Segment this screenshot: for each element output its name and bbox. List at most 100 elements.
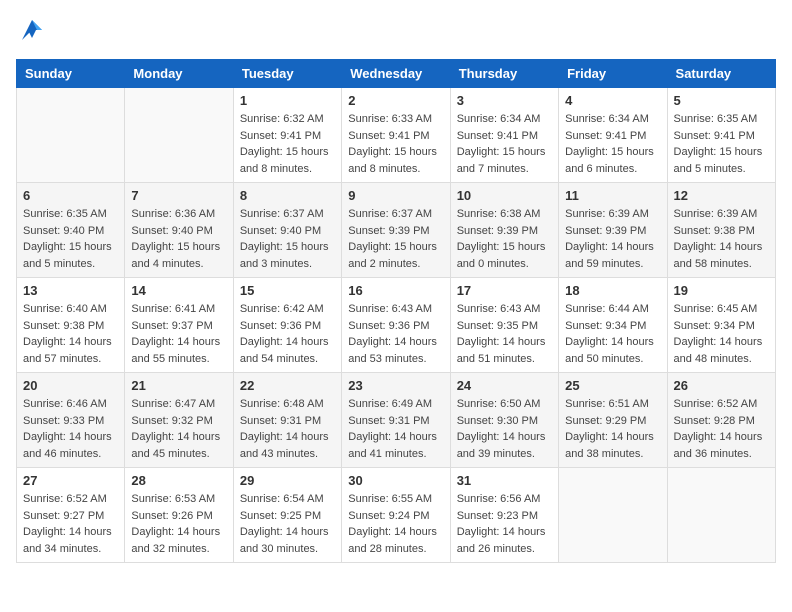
- day-info: Sunrise: 6:37 AMSunset: 9:39 PMDaylight:…: [348, 206, 443, 272]
- day-number: 11: [565, 188, 660, 203]
- day-number: 18: [565, 283, 660, 298]
- day-info: Sunrise: 6:36 AMSunset: 9:40 PMDaylight:…: [131, 206, 226, 272]
- calendar-day-cell: [667, 468, 775, 563]
- day-info: Sunrise: 6:43 AMSunset: 9:35 PMDaylight:…: [457, 301, 552, 367]
- day-info: Sunrise: 6:46 AMSunset: 9:33 PMDaylight:…: [23, 396, 118, 462]
- day-info: Sunrise: 6:47 AMSunset: 9:32 PMDaylight:…: [131, 396, 226, 462]
- calendar-day-cell: 17Sunrise: 6:43 AMSunset: 9:35 PMDayligh…: [450, 278, 558, 373]
- calendar-day-header: Friday: [559, 60, 667, 88]
- day-info: Sunrise: 6:32 AMSunset: 9:41 PMDaylight:…: [240, 111, 335, 177]
- calendar-day-cell: 11 Sunrise: 6:39 AMSunset: 9:39 PMDayligh…: [559, 183, 667, 278]
- calendar-header-row: SundayMondayTuesdayWednesdayThursdayFrid…: [17, 60, 776, 88]
- logo: [16, 16, 46, 49]
- calendar-day-cell: 14 Sunrise: 6:41 AMSunset: 9:37 PMDayligh…: [125, 278, 233, 373]
- day-info: Sunrise: 6:39 AMSunset: 9:38 PMDaylight:…: [674, 206, 769, 272]
- day-number: 13: [23, 283, 118, 298]
- day-info: Sunrise: 6:41 AMSunset: 9:37 PMDaylight:…: [131, 301, 226, 367]
- day-info: Sunrise: 6:37 AMSunset: 9:40 PMDaylight:…: [240, 206, 335, 272]
- calendar-day-cell: 20 Sunrise: 6:46 AMSunset: 9:33 PMDayligh…: [17, 373, 125, 468]
- day-number: 5: [674, 93, 769, 108]
- day-number: 21: [131, 378, 226, 393]
- calendar-day-cell: 26 Sunrise: 6:52 AMSunset: 9:28 PMDayligh…: [667, 373, 775, 468]
- day-number: 28: [131, 473, 226, 488]
- day-number: 25: [565, 378, 660, 393]
- calendar-day-cell: 16 Sunrise: 6:43 AMSunset: 9:36 PMDayligh…: [342, 278, 450, 373]
- calendar-day-cell: 5 Sunrise: 6:35 AMSunset: 9:41 PMDaylight…: [667, 88, 775, 183]
- day-number: 29: [240, 473, 335, 488]
- day-number: 20: [23, 378, 118, 393]
- calendar-day-cell: 28 Sunrise: 6:53 AMSunset: 9:26 PMDayligh…: [125, 468, 233, 563]
- day-info: Sunrise: 6:42 AMSunset: 9:36 PMDaylight:…: [240, 301, 335, 367]
- calendar-table: SundayMondayTuesdayWednesdayThursdayFrid…: [16, 59, 776, 563]
- calendar-day-cell: [559, 468, 667, 563]
- calendar-day-cell: 7 Sunrise: 6:36 AMSunset: 9:40 PMDaylight…: [125, 183, 233, 278]
- day-info: Sunrise: 6:35 AMSunset: 9:40 PMDaylight:…: [23, 206, 118, 272]
- day-number: 16: [348, 283, 443, 298]
- calendar-day-cell: 12 Sunrise: 6:39 AMSunset: 9:38 PMDayligh…: [667, 183, 775, 278]
- day-number: 8: [240, 188, 335, 203]
- calendar-day-cell: 30 Sunrise: 6:55 AMSunset: 9:24 PMDayligh…: [342, 468, 450, 563]
- day-info: Sunrise: 6:53 AMSunset: 9:26 PMDaylight:…: [131, 491, 226, 557]
- day-number: 7: [131, 188, 226, 203]
- calendar-day-header: Thursday: [450, 60, 558, 88]
- calendar-day-cell: 2 Sunrise: 6:33 AMSunset: 9:41 PMDaylight…: [342, 88, 450, 183]
- day-number: 30: [348, 473, 443, 488]
- day-info: Sunrise: 6:33 AMSunset: 9:41 PMDaylight:…: [348, 111, 443, 177]
- day-number: 23: [348, 378, 443, 393]
- day-number: 26: [674, 378, 769, 393]
- calendar-day-cell: [17, 88, 125, 183]
- calendar-day-cell: 29 Sunrise: 6:54 AMSunset: 9:25 PMDayligh…: [233, 468, 341, 563]
- day-info: Sunrise: 6:38 AMSunset: 9:39 PMDaylight:…: [457, 206, 552, 272]
- day-info: Sunrise: 6:44 AMSunset: 9:34 PMDaylight:…: [565, 301, 660, 367]
- day-number: 2: [348, 93, 443, 108]
- calendar-day-header: Tuesday: [233, 60, 341, 88]
- day-number: 6: [23, 188, 118, 203]
- day-info: Sunrise: 6:51 AMSunset: 9:29 PMDaylight:…: [565, 396, 660, 462]
- calendar-day-cell: 9 Sunrise: 6:37 AMSunset: 9:39 PMDaylight…: [342, 183, 450, 278]
- calendar-day-header: Saturday: [667, 60, 775, 88]
- day-info: Sunrise: 6:52 AMSunset: 9:28 PMDaylight:…: [674, 396, 769, 462]
- day-info: Sunrise: 6:40 AMSunset: 9:38 PMDaylight:…: [23, 301, 118, 367]
- day-info: Sunrise: 6:34 AMSunset: 9:41 PMDaylight:…: [565, 111, 660, 177]
- calendar-day-cell: [125, 88, 233, 183]
- day-info: Sunrise: 6:39 AMSunset: 9:39 PMDaylight:…: [565, 206, 660, 272]
- day-info: Sunrise: 6:43 AMSunset: 9:36 PMDaylight:…: [348, 301, 443, 367]
- day-number: 31: [457, 473, 552, 488]
- calendar-day-cell: 31 Sunrise: 6:56 AMSunset: 9:23 PMDayligh…: [450, 468, 558, 563]
- calendar-week-row: 20 Sunrise: 6:46 AMSunset: 9:33 PMDayligh…: [17, 373, 776, 468]
- day-info: Sunrise: 6:56 AMSunset: 9:23 PMDaylight:…: [457, 491, 552, 557]
- logo-icon: [18, 16, 46, 44]
- day-info: Sunrise: 6:55 AMSunset: 9:24 PMDaylight:…: [348, 491, 443, 557]
- day-number: 19: [674, 283, 769, 298]
- calendar-day-cell: 13 Sunrise: 6:40 AMSunset: 9:38 PMDayligh…: [17, 278, 125, 373]
- day-number: 22: [240, 378, 335, 393]
- day-number: 10: [457, 188, 552, 203]
- calendar-day-cell: 21 Sunrise: 6:47 AMSunset: 9:32 PMDayligh…: [125, 373, 233, 468]
- day-number: 3: [457, 93, 552, 108]
- calendar-day-cell: 8 Sunrise: 6:37 AMSunset: 9:40 PMDaylight…: [233, 183, 341, 278]
- calendar-day-cell: 22Sunrise: 6:48 AMSunset: 9:31 PMDayligh…: [233, 373, 341, 468]
- day-info: Sunrise: 6:45 AMSunset: 9:34 PMDaylight:…: [674, 301, 769, 367]
- calendar-day-cell: 4Sunrise: 6:34 AMSunset: 9:41 PMDaylight…: [559, 88, 667, 183]
- day-info: Sunrise: 6:49 AMSunset: 9:31 PMDaylight:…: [348, 396, 443, 462]
- calendar-day-cell: 10 Sunrise: 6:38 AMSunset: 9:39 PMDayligh…: [450, 183, 558, 278]
- calendar-day-header: Sunday: [17, 60, 125, 88]
- day-number: 24: [457, 378, 552, 393]
- day-info: Sunrise: 6:34 AMSunset: 9:41 PMDaylight:…: [457, 111, 552, 177]
- calendar-week-row: 1 Sunrise: 6:32 AMSunset: 9:41 PMDaylight…: [17, 88, 776, 183]
- day-number: 15: [240, 283, 335, 298]
- day-number: 9: [348, 188, 443, 203]
- calendar-week-row: 6 Sunrise: 6:35 AMSunset: 9:40 PMDaylight…: [17, 183, 776, 278]
- day-number: 12: [674, 188, 769, 203]
- calendar-day-cell: 1 Sunrise: 6:32 AMSunset: 9:41 PMDaylight…: [233, 88, 341, 183]
- calendar-week-row: 27Sunrise: 6:52 AMSunset: 9:27 PMDayligh…: [17, 468, 776, 563]
- calendar-day-cell: 23 Sunrise: 6:49 AMSunset: 9:31 PMDayligh…: [342, 373, 450, 468]
- calendar-day-cell: 19 Sunrise: 6:45 AMSunset: 9:34 PMDayligh…: [667, 278, 775, 373]
- calendar-day-cell: 18 Sunrise: 6:44 AMSunset: 9:34 PMDayligh…: [559, 278, 667, 373]
- day-info: Sunrise: 6:35 AMSunset: 9:41 PMDaylight:…: [674, 111, 769, 177]
- day-number: 14: [131, 283, 226, 298]
- page-header: [16, 16, 776, 49]
- day-number: 1: [240, 93, 335, 108]
- day-info: Sunrise: 6:54 AMSunset: 9:25 PMDaylight:…: [240, 491, 335, 557]
- day-number: 27: [23, 473, 118, 488]
